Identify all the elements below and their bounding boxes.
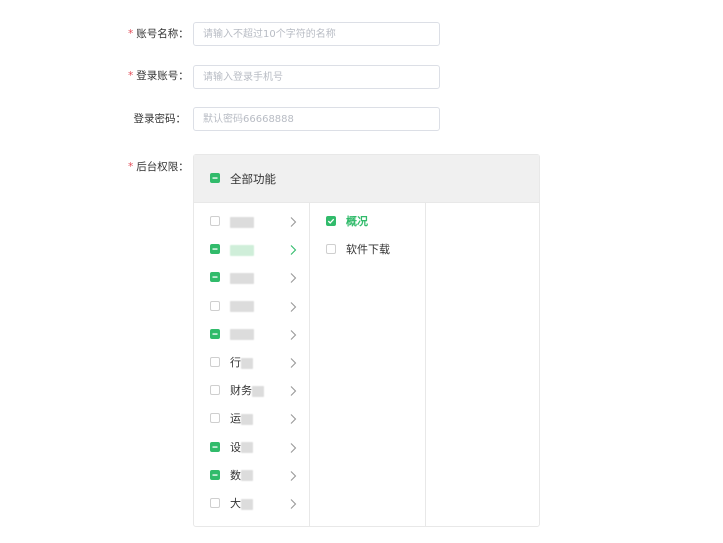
indeterminate-icon <box>212 474 218 476</box>
login-account-label-text: 登录账号： <box>136 70 189 82</box>
permission-item[interactable]: 设 <box>194 437 309 459</box>
indeterminate-checkbox[interactable] <box>210 272 220 283</box>
permission-item-text: 运 <box>230 412 241 426</box>
redacted-text <box>230 244 254 256</box>
redacted-text <box>230 272 254 284</box>
chevron-right-icon[interactable] <box>286 439 300 457</box>
indeterminate-icon <box>212 276 218 279</box>
unchecked-checkbox[interactable] <box>210 300 220 311</box>
chevron-right-icon[interactable] <box>286 410 300 428</box>
permission-subitem-label: 概况 <box>346 215 368 228</box>
redacted-text <box>241 357 253 369</box>
indeterminate-icon <box>212 445 218 448</box>
indeterminate-checkbox[interactable] <box>210 328 220 339</box>
redacted-text <box>230 329 254 341</box>
redacted-text <box>241 498 253 510</box>
permission-item[interactable] <box>194 239 309 261</box>
indeterminate-checkbox[interactable] <box>210 469 220 480</box>
permission-item-label: 财务 <box>230 383 264 399</box>
chevron-right-icon[interactable] <box>286 298 300 316</box>
unchecked-checkbox[interactable] <box>210 216 220 226</box>
permission-item-label: 大 <box>230 496 253 512</box>
permission-subitem[interactable]: 软件下载 <box>310 238 425 260</box>
permission-item[interactable]: 财务 <box>194 380 309 402</box>
permissions-label: * 后台权限： <box>128 160 189 174</box>
permission-item-text: 大 <box>230 497 241 510</box>
login-password-input[interactable] <box>193 107 440 131</box>
chevron-right-icon[interactable] <box>286 467 300 485</box>
permission-subitem[interactable]: 概况 <box>310 210 425 232</box>
redacted-text <box>230 301 254 313</box>
unchecked-checkbox[interactable] <box>210 357 220 367</box>
login-account-label: * 登录账号： <box>128 69 189 83</box>
select-all-checkbox[interactable] <box>210 173 220 183</box>
permission-item-text: 设 <box>230 440 241 454</box>
account-name-input[interactable] <box>193 22 440 46</box>
account-name-label-text: 账号名称： <box>136 28 189 40</box>
permission-item-text: 数 <box>230 468 241 482</box>
permission-item-label <box>230 270 254 286</box>
account-form-page: *账号名称： *登录账号： 登录密码： *后台权限： 全部功能 行财务运设数大 … <box>0 0 723 543</box>
chevron-right-icon[interactable] <box>286 354 300 372</box>
indeterminate-checkbox[interactable] <box>210 244 220 255</box>
indeterminate-icon <box>212 248 218 250</box>
check-icon <box>327 218 335 224</box>
permission-column-level2: 概况 软件下载 <box>310 202 426 526</box>
permission-item-label <box>230 299 254 315</box>
unchecked-checkbox[interactable] <box>210 413 220 424</box>
redacted-text <box>252 385 264 397</box>
permission-item-label: 设 <box>230 440 253 456</box>
login-account-input[interactable] <box>193 65 440 89</box>
required-mark: * <box>128 28 134 40</box>
chevron-right-icon[interactable] <box>286 241 300 259</box>
permission-item[interactable] <box>194 267 309 289</box>
permission-item-label <box>230 214 254 230</box>
unchecked-checkbox[interactable] <box>326 244 336 254</box>
permission-subitem-label: 软件下载 <box>346 243 390 256</box>
required-mark: * <box>128 161 134 173</box>
permission-item-text: 行 <box>230 356 241 369</box>
redacted-text <box>241 413 253 425</box>
unchecked-checkbox[interactable] <box>210 498 220 508</box>
permission-item-label <box>230 327 254 343</box>
required-mark: * <box>128 70 134 82</box>
select-all-label[interactable]: 全部功能 <box>230 171 276 187</box>
permission-item-label: 运 <box>230 411 253 427</box>
chevron-right-icon[interactable] <box>286 269 300 287</box>
chevron-right-icon[interactable] <box>286 326 300 344</box>
permission-item[interactable] <box>194 324 309 346</box>
login-password-label-text: 登录密码： <box>133 113 187 125</box>
permission-item-label <box>230 242 254 258</box>
permission-item-text: 财务 <box>230 384 252 398</box>
permission-tree-panel: 全部功能 行财务运设数大 概况软件下载 <box>193 154 540 527</box>
permission-item[interactable]: 大 <box>194 493 309 515</box>
permission-item[interactable]: 行 <box>194 352 309 374</box>
redacted-text <box>241 442 253 454</box>
indeterminate-checkbox[interactable] <box>210 441 220 452</box>
redacted-text <box>230 216 254 228</box>
permission-item[interactable]: 运 <box>194 408 309 430</box>
permission-item-label: 行 <box>230 355 253 371</box>
permission-header: 全部功能 <box>194 155 539 203</box>
permission-column-level3 <box>426 202 539 526</box>
permissions-label-text: 后台权限： <box>136 161 189 173</box>
permission-item[interactable]: 数 <box>194 465 309 487</box>
account-name-label: * 账号名称： <box>128 27 189 41</box>
unchecked-checkbox[interactable] <box>210 385 220 396</box>
login-password-label: 登录密码： <box>128 112 187 126</box>
permission-item[interactable] <box>194 211 309 233</box>
permission-column-level1: 行财务运设数大 <box>194 202 310 526</box>
indeterminate-icon <box>212 333 218 335</box>
indeterminate-icon <box>212 177 218 179</box>
redacted-text <box>241 470 253 482</box>
permission-item-label: 数 <box>230 468 253 484</box>
checked-checkbox[interactable] <box>326 216 336 226</box>
permission-item[interactable] <box>194 296 309 318</box>
chevron-right-icon[interactable] <box>286 382 300 400</box>
chevron-right-icon[interactable] <box>286 495 300 513</box>
chevron-right-icon[interactable] <box>286 213 300 231</box>
